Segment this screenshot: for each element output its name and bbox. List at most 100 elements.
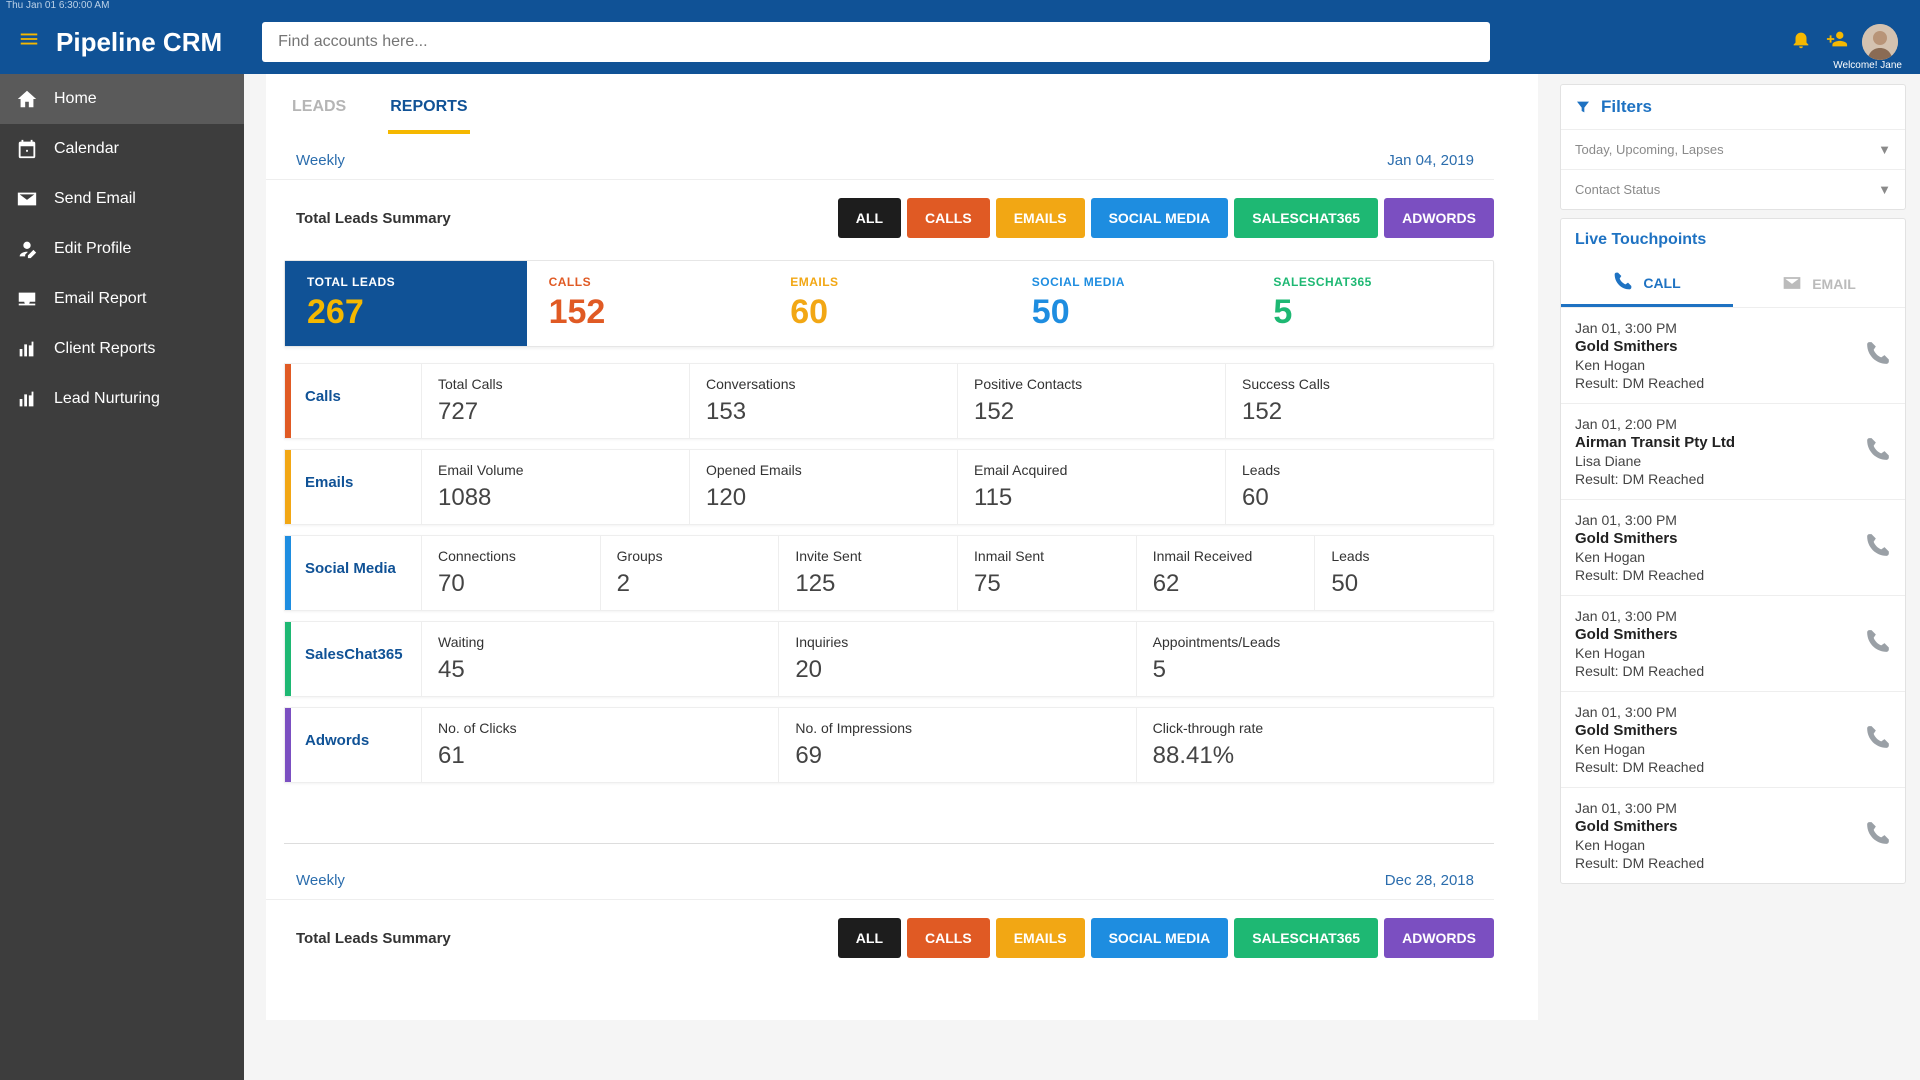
sidebar-item-lead-nurturing[interactable]: Lead Nurturing [0, 374, 244, 424]
metric-total-leads[interactable]: TOTAL LEADS267 [285, 261, 527, 346]
sidebar-item-edit-profile[interactable]: Edit Profile [0, 224, 244, 274]
summary-title: Total Leads Summary [296, 930, 451, 947]
stat-card-emails: EmailsEmail Volume1088Opened Emails120Em… [284, 449, 1494, 525]
touchpoint-tab-call[interactable]: CALL [1561, 261, 1733, 307]
person-edit-icon [16, 238, 38, 260]
summary-title: Total Leads Summary [296, 210, 451, 227]
tab-leads[interactable]: LEADS [290, 88, 348, 134]
stat-cell: Email Acquired115 [957, 450, 1225, 524]
inbox-icon [16, 288, 38, 310]
touchpoint-item[interactable]: Jan 01, 2:00 PMAirman Transit Pty LtdLis… [1561, 404, 1905, 500]
touchpoint-result: Result: DM Reached [1575, 759, 1851, 775]
metric-emails[interactable]: EMAILS60 [768, 261, 1010, 346]
touchpoints-panel: Live Touchpoints CALLEMAIL Jan 01, 3:00 … [1560, 218, 1906, 884]
main-content: LEADS REPORTS Weekly Jan 04, 2019 Total Lea… [244, 74, 1554, 1080]
sidebar-label: Lead Nurturing [54, 390, 160, 408]
touchpoint-datetime: Jan 01, 3:00 PM [1575, 512, 1851, 528]
sidebar-item-calendar[interactable]: Calendar [0, 124, 244, 174]
user-avatar[interactable] [1862, 24, 1898, 60]
sidebar-label: Edit Profile [54, 240, 131, 258]
phone-icon [1865, 820, 1891, 851]
touchpoint-person: Ken Hogan [1575, 357, 1851, 373]
chip-saleschat365[interactable]: SALESCHAT365 [1234, 198, 1378, 238]
touchpoint-person: Ken Hogan [1575, 645, 1851, 661]
stat-cell: Connections70 [421, 536, 600, 610]
sidebar-item-email-report[interactable]: Email Report [0, 274, 244, 324]
stat-cell: Positive Contacts152 [957, 364, 1225, 438]
report-period-link[interactable]: Weekly [296, 872, 345, 889]
touchpoint-datetime: Jan 01, 3:00 PM [1575, 800, 1851, 816]
report-date-link[interactable]: Dec 28, 2018 [1385, 872, 1474, 889]
stat-cell: Opened Emails120 [689, 450, 957, 524]
mail-icon [16, 188, 38, 210]
chip-emails[interactable]: EMAILS [996, 918, 1085, 958]
stat-cell: Conversations153 [689, 364, 957, 438]
chip-social-media[interactable]: SOCIAL MEDIA [1091, 198, 1229, 238]
stat-card-calls: CallsTotal Calls727Conversations153Posit… [284, 363, 1494, 439]
stat-cell: Leads60 [1225, 450, 1493, 524]
call-icon [1613, 271, 1633, 294]
stat-cell: Total Calls727 [421, 364, 689, 438]
phone-icon [1865, 532, 1891, 563]
stat-cell: Inquiries20 [778, 622, 1135, 696]
sidebar-label: Client Reports [54, 340, 155, 358]
tab-reports[interactable]: REPORTS [388, 88, 469, 134]
stat-card-adwords: AdwordsNo. of Clicks61No. of Impressions… [284, 707, 1494, 783]
chip-emails[interactable]: EMAILS [996, 198, 1085, 238]
add-user-icon[interactable] [1826, 28, 1848, 56]
touchpoint-person: Lisa Diane [1575, 453, 1851, 469]
metric-social-media[interactable]: SOCIAL MEDIA50 [1010, 261, 1252, 346]
stat-cell: Groups2 [600, 536, 779, 610]
chip-all[interactable]: ALL [838, 918, 901, 958]
touchpoint-person: Ken Hogan [1575, 549, 1851, 565]
phone-icon [1865, 436, 1891, 467]
right-sidebar: Filters Today, Upcoming, Lapses▼ Contact… [1554, 74, 1920, 1080]
phone-icon [1865, 340, 1891, 371]
metric-saleschat365[interactable]: SALESCHAT3655 [1251, 261, 1493, 346]
touchpoint-company: Gold Smithers [1575, 530, 1851, 547]
chip-saleschat365[interactable]: SALESCHAT365 [1234, 918, 1378, 958]
sidebar-item-client-reports[interactable]: Client Reports [0, 324, 244, 374]
sidebar-label: Home [54, 90, 97, 108]
report-header: Weekly Jan 04, 2019 [266, 144, 1494, 180]
stat-category: Adwords [291, 708, 421, 782]
touchpoint-item[interactable]: Jan 01, 3:00 PMGold SmithersKen HoganRes… [1561, 308, 1905, 404]
touchpoint-company: Gold Smithers [1575, 626, 1851, 643]
notifications-icon[interactable] [1790, 28, 1812, 56]
chip-calls[interactable]: CALLS [907, 198, 990, 238]
chip-adwords[interactable]: ADWORDS [1384, 918, 1494, 958]
metrics-row: TOTAL LEADS267CALLS152EMAILS60SOCIAL MED… [284, 260, 1494, 347]
chip-calls[interactable]: CALLS [907, 918, 990, 958]
touchpoint-company: Gold Smithers [1575, 818, 1851, 835]
touchpoint-item[interactable]: Jan 01, 3:00 PMGold SmithersKen HoganRes… [1561, 788, 1905, 883]
touchpoint-item[interactable]: Jan 01, 3:00 PM Gold Smithers Ken Hogan Res… [1561, 500, 1905, 596]
touchpoint-datetime: Jan 01, 3:00 PM [1575, 608, 1851, 624]
report-date-link[interactable]: Jan 04, 2019 [1387, 152, 1474, 169]
calendar-icon [16, 138, 38, 160]
metric-calls[interactable]: CALLS152 [527, 261, 769, 346]
chip-social-media[interactable]: SOCIAL MEDIA [1091, 918, 1229, 958]
filter-date-select[interactable]: Today, Upcoming, Lapses▼ [1561, 129, 1905, 169]
chevron-down-icon: ▼ [1878, 142, 1891, 157]
chip-adwords[interactable]: ADWORDS [1384, 198, 1494, 238]
stat-category: Emails [291, 450, 421, 524]
touchpoint-company: Gold Smithers [1575, 722, 1851, 739]
phone-icon [1865, 628, 1891, 659]
touchpoint-datetime: Jan 01, 3:00 PM [1575, 704, 1851, 720]
menu-toggle-icon[interactable] [12, 22, 46, 62]
chip-all[interactable]: ALL [838, 198, 901, 238]
report-period-link[interactable]: Weekly [296, 152, 345, 169]
touchpoint-item[interactable]: Jan 01, 3:00 PMGold SmithersKen HoganRes… [1561, 692, 1905, 788]
touchpoint-result: Result: DM Reached [1575, 567, 1851, 583]
filter-status-select[interactable]: Contact Status▼ [1561, 169, 1905, 209]
touchpoint-tab-email[interactable]: EMAIL [1733, 261, 1905, 307]
touchpoint-company: Airman Transit Pty Ltd [1575, 434, 1851, 451]
sidebar-item-send-email[interactable]: Send Email [0, 174, 244, 224]
search-input[interactable] [262, 22, 1490, 62]
sidebar-nav: Home CalendarSend Email Edit Profile Email … [0, 74, 244, 1080]
touchpoints-heading: Live Touchpoints [1561, 219, 1905, 261]
touchpoint-item[interactable]: Jan 01, 3:00 PMGold SmithersKen HoganRes… [1561, 596, 1905, 692]
stat-cell: Email Volume1088 [421, 450, 689, 524]
sidebar-item-home[interactable]: Home [0, 74, 244, 124]
stat-card-saleschat365: SalesChat365Waiting45Inquiries20Appointm… [284, 621, 1494, 697]
